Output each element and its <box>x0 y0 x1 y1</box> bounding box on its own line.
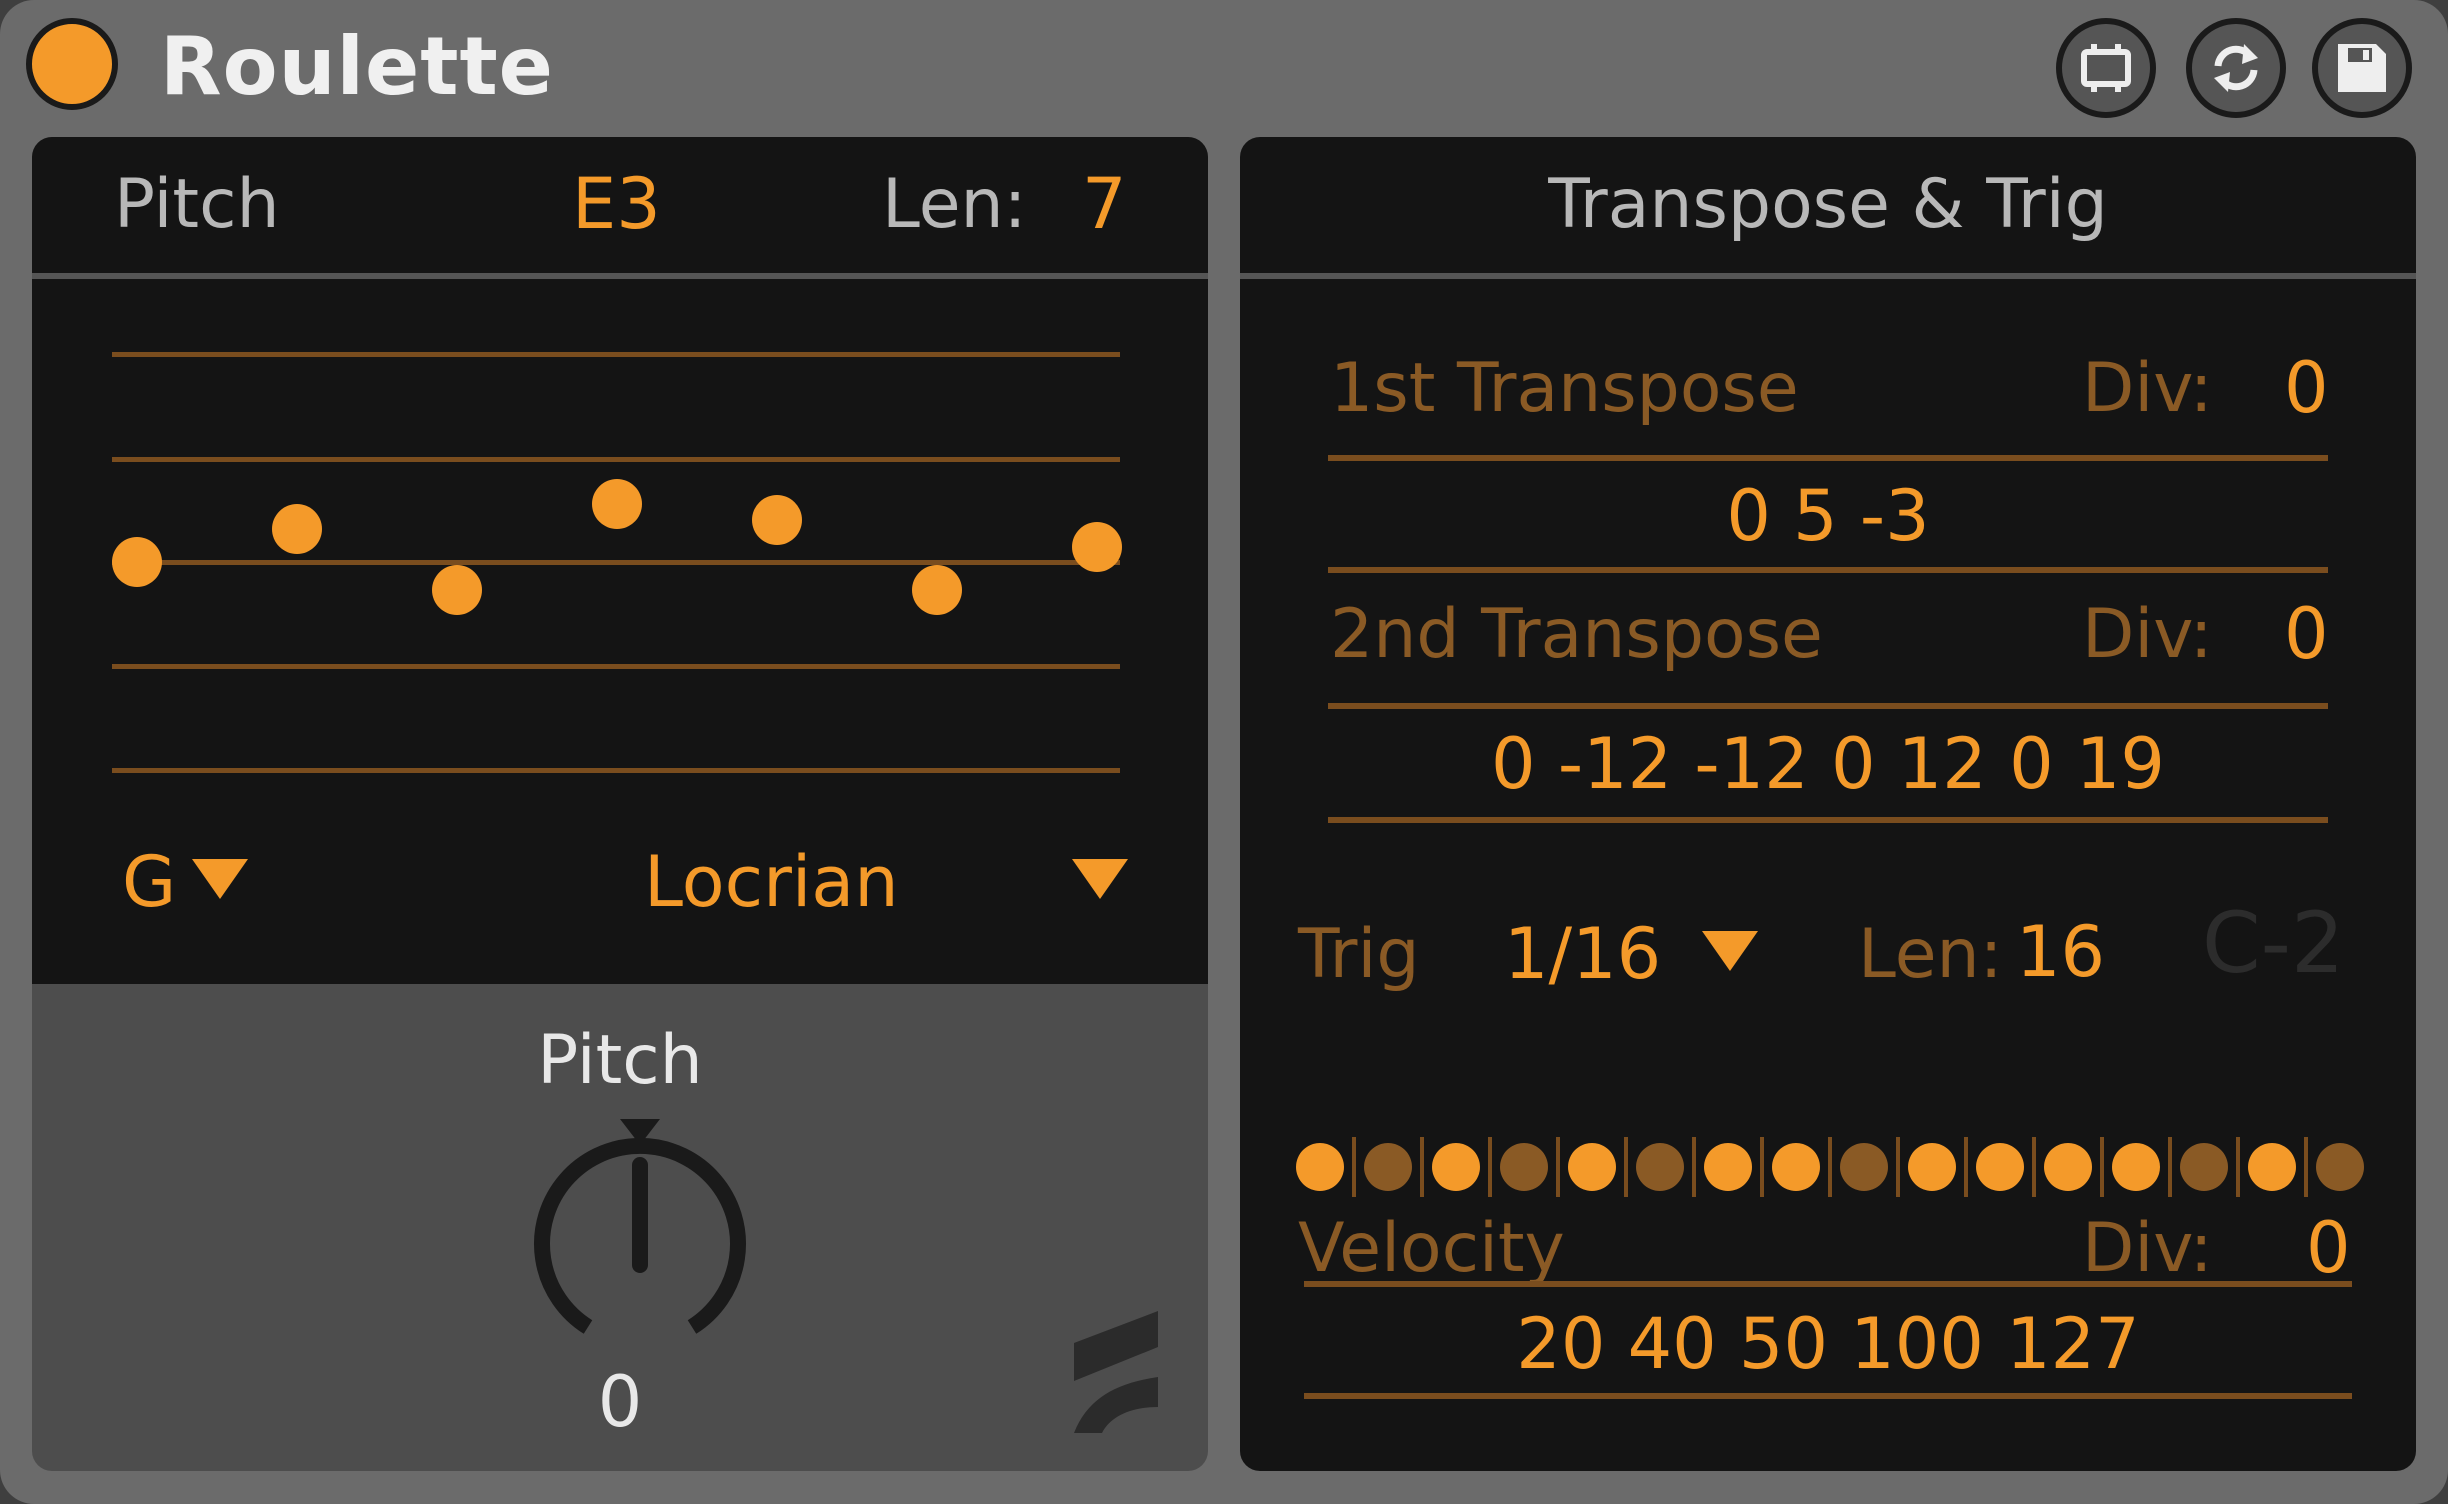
trig-step-separator <box>2304 1137 2308 1197</box>
pitch-label: Pitch <box>114 165 280 244</box>
pitch-note-value[interactable]: E3 <box>572 169 661 239</box>
pitch-panel: Pitch E3 Len: 7 G Locrian Pitch 0 <box>32 137 1208 1471</box>
trig-step-separator <box>2100 1137 2104 1197</box>
pitch-step-dot[interactable] <box>592 479 642 529</box>
divider <box>1304 1281 2352 1287</box>
divider <box>1328 703 2328 709</box>
pitch-step-dot[interactable] <box>752 495 802 545</box>
trig-step[interactable] <box>2248 1143 2296 1191</box>
trig-step-separator <box>1692 1137 1696 1197</box>
trig-step-separator <box>1896 1137 1900 1197</box>
transpose-trig-panel: Transpose & Trig 1st Transpose Div: 0 0 … <box>1240 137 2416 1471</box>
staff-line <box>112 664 1120 669</box>
second-transpose-label: 2nd Transpose <box>1330 595 1823 674</box>
staff-line <box>112 457 1120 462</box>
first-transpose-div-value[interactable]: 0 <box>2284 353 2329 423</box>
trig-rate-dropdown-icon[interactable] <box>1702 931 1758 971</box>
scale-dropdown-icon[interactable] <box>1072 859 1128 899</box>
pitch-len-value[interactable]: 7 <box>1082 169 1127 239</box>
pitch-len-label: Len: <box>882 165 1027 244</box>
pitch-step-dot[interactable] <box>272 504 322 554</box>
velocity-div-value[interactable]: 0 <box>2306 1213 2351 1283</box>
trig-label: Trig <box>1298 915 1420 994</box>
second-transpose-div-value[interactable]: 0 <box>2284 599 2329 669</box>
clip-button[interactable] <box>2056 18 2156 118</box>
clip-icon <box>2081 44 2131 92</box>
pitch-knob-value[interactable]: 0 <box>32 1367 1208 1437</box>
pitch-step-dot[interactable] <box>112 537 162 587</box>
scale-select[interactable]: Locrian <box>644 847 899 917</box>
velocity-div-label: Div: <box>2082 1209 2213 1288</box>
pitch-step-dot[interactable] <box>432 565 482 615</box>
velocity-sequence[interactable]: 20 40 50 100 127 <box>1304 1309 2352 1379</box>
pitch-sequencer: Pitch E3 Len: 7 G Locrian <box>32 137 1208 984</box>
device-title: Roulette <box>160 20 554 113</box>
trig-step[interactable] <box>1704 1143 1752 1191</box>
refresh-button[interactable] <box>2186 18 2286 118</box>
second-transpose-div-label: Div: <box>2082 595 2213 674</box>
staff-line <box>112 560 1120 565</box>
refresh-icon <box>2214 44 2258 92</box>
trig-step[interactable] <box>1908 1143 1956 1191</box>
trig-step-separator <box>2236 1137 2240 1197</box>
pitch-knob-label: Pitch <box>537 1021 703 1100</box>
trig-step[interactable] <box>2044 1143 2092 1191</box>
velocity-label: Velocity <box>1298 1209 1565 1288</box>
trig-step-separator <box>1420 1137 1424 1197</box>
trig-step-separator <box>1488 1137 1492 1197</box>
root-select[interactable]: G <box>122 847 176 917</box>
trig-step[interactable] <box>2180 1143 2228 1191</box>
root-dropdown-icon[interactable] <box>192 859 248 899</box>
trig-step[interactable] <box>1976 1143 2024 1191</box>
trig-step-separator <box>1760 1137 1764 1197</box>
trig-step-separator <box>1964 1137 1968 1197</box>
pitch-step-dot[interactable] <box>1072 522 1122 572</box>
header-divider <box>1240 273 2416 279</box>
brand-logo-icon <box>1074 1311 1158 1433</box>
trig-note-value[interactable]: C-2 <box>2202 901 2344 985</box>
trig-step[interactable] <box>1568 1143 1616 1191</box>
trig-step[interactable] <box>2316 1143 2364 1191</box>
header-divider <box>32 273 1208 279</box>
second-transpose-sequence[interactable]: 0 -12 -12 0 12 0 19 <box>1328 729 2328 799</box>
trig-step[interactable] <box>1772 1143 1820 1191</box>
save-icon <box>2338 44 2386 92</box>
trig-len-label: Len: <box>1858 915 2003 994</box>
trig-step[interactable] <box>1840 1143 1888 1191</box>
trig-step-separator <box>1352 1137 1356 1197</box>
trig-step[interactable] <box>1432 1143 1480 1191</box>
transpose-panel-title: Transpose & Trig <box>1548 165 2108 244</box>
save-button[interactable] <box>2312 18 2412 118</box>
trig-step-separator <box>2032 1137 2036 1197</box>
first-transpose-sequence[interactable]: 0 5 -3 <box>1328 481 2328 551</box>
trig-len-value[interactable]: 16 <box>2016 917 2105 987</box>
pitch-step-dot[interactable] <box>912 565 962 615</box>
divider <box>1304 1393 2352 1399</box>
trig-step-separator <box>1624 1137 1628 1197</box>
staff-line <box>112 768 1120 773</box>
trig-step-separator <box>1828 1137 1832 1197</box>
power-button[interactable] <box>26 18 118 110</box>
divider <box>1328 817 2328 823</box>
trig-step[interactable] <box>1296 1143 1344 1191</box>
staff-line <box>112 352 1120 357</box>
pitch-knob[interactable] <box>512 1117 768 1357</box>
trig-step[interactable] <box>1500 1143 1548 1191</box>
trig-step[interactable] <box>1364 1143 1412 1191</box>
first-transpose-label: 1st Transpose <box>1330 349 1799 428</box>
trig-step[interactable] <box>1636 1143 1684 1191</box>
divider <box>1328 567 2328 573</box>
first-transpose-div-label: Div: <box>2082 349 2213 428</box>
trig-step-separator <box>1556 1137 1560 1197</box>
trig-rate-select[interactable]: 1/16 <box>1504 919 1661 989</box>
divider <box>1328 455 2328 461</box>
trig-step[interactable] <box>2112 1143 2160 1191</box>
device: Roulette Pitch E3 Len: 7 G Locrian Pitch… <box>0 0 2448 1504</box>
trig-step-separator <box>2168 1137 2172 1197</box>
